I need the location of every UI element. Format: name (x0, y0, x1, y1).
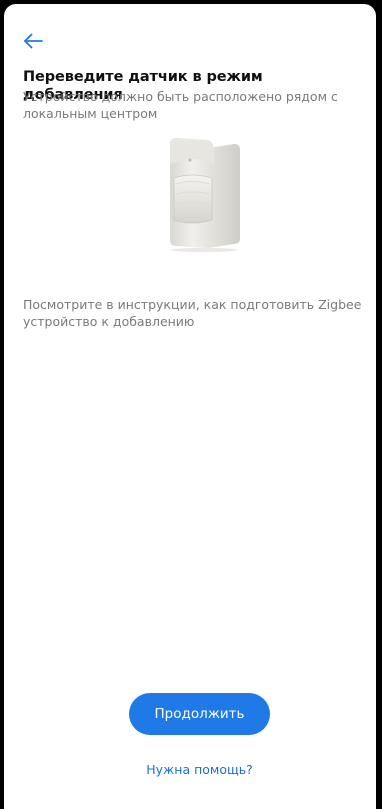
arrow-left-icon (24, 33, 43, 49)
continue-button[interactable]: Продолжить (129, 693, 270, 735)
instruction-hint: Посмотрите в инструкции, как подготовить… (23, 297, 362, 329)
back-button[interactable] (23, 32, 45, 50)
help-link[interactable]: Нужна помощь? (104, 762, 295, 777)
page-subtitle: Устройство должно быть расположено рядом… (23, 89, 338, 121)
screen: Переведите датчик в режим добавления Уст… (4, 4, 376, 809)
motion-sensor-image (156, 134, 242, 252)
